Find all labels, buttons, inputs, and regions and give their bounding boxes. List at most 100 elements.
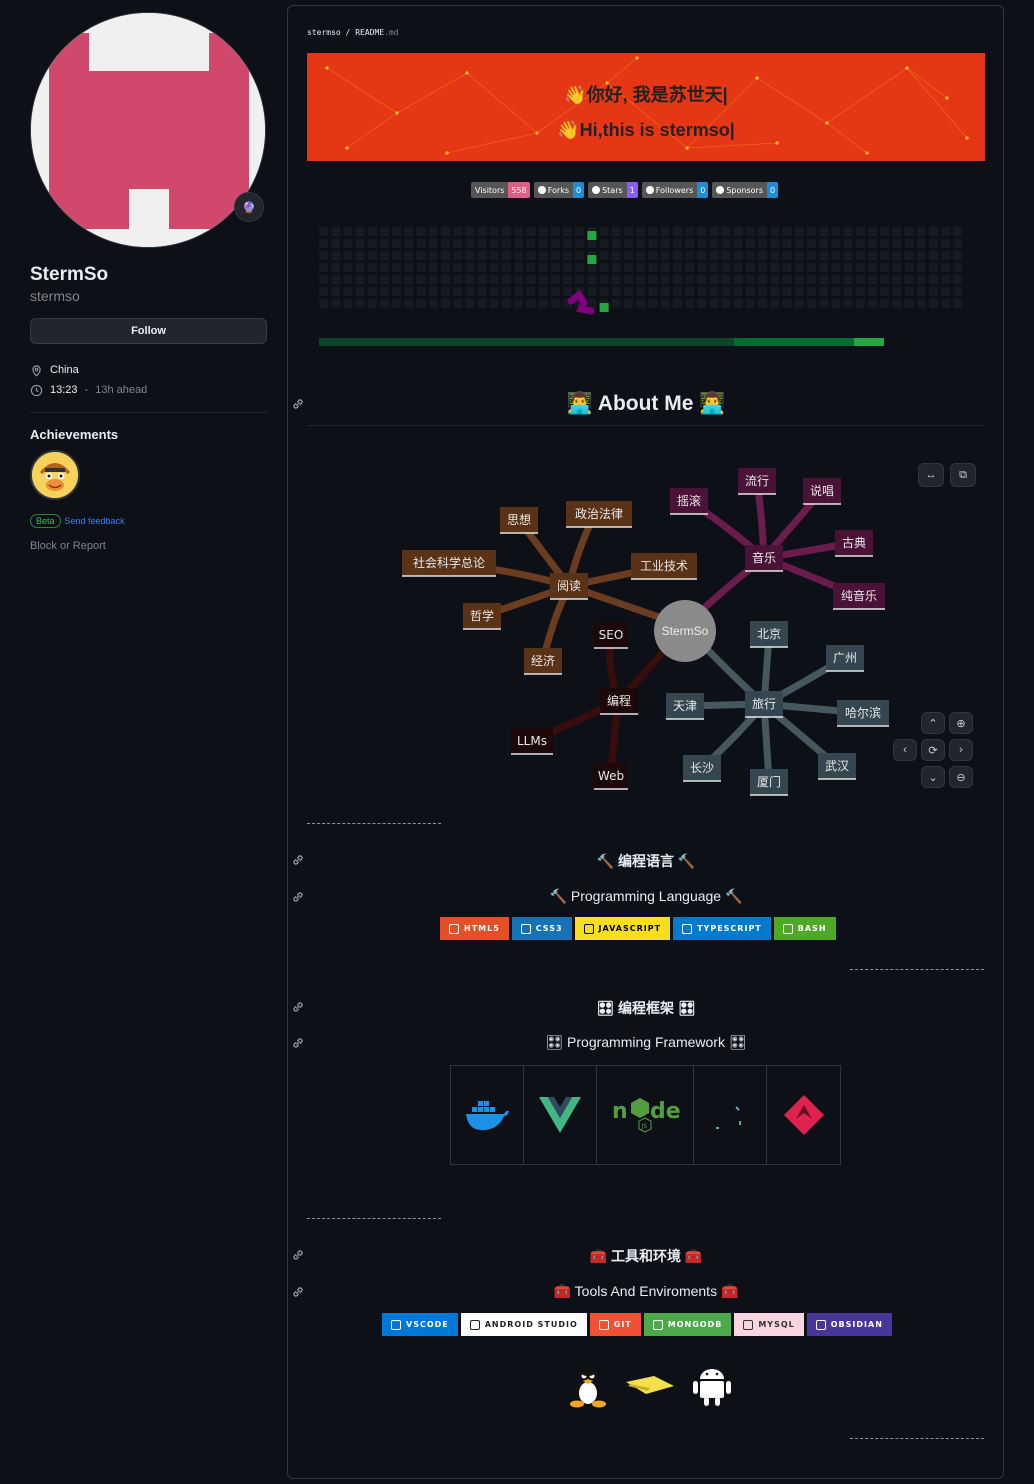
contribution-cell: [855, 263, 865, 272]
css3-badge[interactable]: CSS3: [511, 917, 572, 940]
contribution-cell: [709, 275, 719, 284]
anchor-link-icon[interactable]: [291, 1000, 305, 1014]
contribution-cell: [929, 251, 938, 260]
contribution-cell: [880, 239, 890, 248]
contribution-cell: [758, 251, 768, 260]
pan-left-button[interactable]: ‹: [893, 739, 917, 761]
contribution-cell: [404, 287, 414, 296]
contribution-cell: [550, 287, 560, 296]
contribution-cell: [526, 299, 536, 308]
bash-badge[interactable]: BASH: [773, 917, 836, 940]
contribution-cell: [733, 251, 743, 260]
contribution-cell: [575, 275, 585, 284]
contribution-cell: [672, 263, 682, 272]
arch-icon[interactable]: [624, 1374, 676, 1398]
pan-up-button[interactable]: ⌃: [921, 712, 945, 734]
pan-down-button[interactable]: ⌄: [921, 766, 945, 788]
linux-icon[interactable]: [568, 1364, 608, 1408]
status-emoji-icon[interactable]: 🔮: [234, 192, 264, 222]
zoom-out-button[interactable]: ⊖: [949, 766, 973, 788]
avatar[interactable]: [30, 12, 266, 248]
anchor-link-icon[interactable]: [291, 890, 305, 904]
android-icon[interactable]: [692, 1365, 732, 1407]
expand-button[interactable]: ↔: [918, 463, 944, 487]
docker-logo[interactable]: [451, 1066, 524, 1164]
contribution-cell: [807, 227, 816, 236]
contribution-cell: [367, 299, 377, 308]
contribution-cell: [575, 251, 585, 260]
html5-badge[interactable]: HTML5: [440, 917, 509, 940]
anchor-link-icon[interactable]: [291, 853, 305, 867]
contribution-cell: [441, 251, 450, 260]
chevron-down-icon: ⌄: [928, 771, 938, 784]
contribution-cell: [709, 299, 719, 308]
contribution-cell: [843, 299, 853, 308]
contribution-cell: [465, 251, 475, 260]
achievements-title[interactable]: Achievements: [30, 427, 268, 442]
contribution-cell: [782, 287, 792, 296]
contribution-cell: [441, 287, 450, 296]
contribution-cell: [721, 239, 731, 248]
mysql-badge[interactable]: MYSQL: [734, 1313, 804, 1336]
send-feedback-link[interactable]: Send feedback: [65, 516, 125, 526]
vscode-badge[interactable]: VSCODE: [382, 1313, 458, 1336]
contribution-cell: [819, 251, 829, 260]
shield-label-text: Stars: [602, 185, 623, 195]
contribution-cell: [782, 275, 792, 284]
follow-button[interactable]: Follow: [30, 318, 267, 344]
react-logo[interactable]: [694, 1066, 767, 1164]
shield-visitors[interactable]: Visitors 558: [471, 182, 530, 198]
anchor-link-icon[interactable]: [291, 397, 305, 411]
clock-icon: [30, 384, 43, 396]
contribution-cell: [660, 239, 670, 248]
nodejs-logo[interactable]: n de JS: [597, 1066, 694, 1164]
contribution-cell: [550, 251, 560, 260]
mindmap-node-label: 社会科学总论: [413, 555, 485, 570]
shield-label-text: Sponsors: [726, 185, 763, 195]
breadcrumb-user-link[interactable]: stermso: [307, 28, 341, 37]
zoom-in-button[interactable]: ⊕: [949, 712, 973, 734]
git-badge[interactable]: GIT: [589, 1313, 641, 1336]
android-studio-badge[interactable]: ANDROID STUDIO: [460, 1313, 587, 1336]
anchor-link-icon[interactable]: [291, 1248, 305, 1262]
breadcrumb-file[interactable]: README: [355, 28, 384, 37]
anchor-link-icon[interactable]: [291, 1036, 305, 1050]
pan-right-button[interactable]: ›: [949, 739, 973, 761]
reset-view-button[interactable]: ⟳: [921, 739, 945, 761]
contribution-cell: [416, 299, 426, 308]
contribution-cell: [794, 251, 804, 260]
contribution-cell: [953, 263, 963, 272]
contribution-cell: [343, 299, 353, 308]
mindmap-node-label: 武汉: [825, 759, 849, 773]
shield-sponsors[interactable]: Sponsors 0: [712, 182, 779, 198]
contribution-cell: [416, 275, 426, 284]
contribution-cell: [331, 239, 341, 248]
contribution-cell: [380, 239, 389, 248]
contribution-cell: [648, 239, 658, 248]
mongodb-badge[interactable]: MONGODB: [643, 1313, 732, 1336]
badge-label: MONGODB: [667, 1320, 723, 1329]
shield-label: Forks: [533, 182, 573, 198]
copy-button[interactable]: ⧉: [950, 463, 976, 487]
shield-stars[interactable]: Stars 1: [588, 182, 638, 198]
obsidian-badge[interactable]: OBSIDIAN: [806, 1313, 892, 1336]
shield-label-text: Followers: [655, 185, 694, 195]
contribution-cell: [819, 263, 829, 272]
contribution-cell: [380, 299, 389, 308]
contribution-cell: [868, 287, 877, 296]
vue-logo[interactable]: [524, 1066, 597, 1164]
nestjs-logo[interactable]: [767, 1066, 840, 1164]
git-icon: [598, 1319, 609, 1330]
achievement-badge-icon[interactable]: [30, 450, 80, 500]
contribution-cell: [526, 239, 536, 248]
typescript-badge[interactable]: TYPESCRIPT: [673, 917, 771, 940]
shield-followers[interactable]: Followers 0: [641, 182, 709, 198]
javascript-badge[interactable]: JAVASCRIPT: [574, 917, 671, 940]
shield-forks[interactable]: Forks 0: [533, 182, 585, 198]
section-divider: [30, 412, 268, 413]
contribution-cell: [416, 227, 426, 236]
avatar-container: 🔮: [30, 12, 266, 248]
block-report-link[interactable]: Block or Report: [30, 540, 268, 552]
anchor-link-icon[interactable]: [291, 1285, 305, 1299]
contribution-cell: [538, 227, 548, 236]
